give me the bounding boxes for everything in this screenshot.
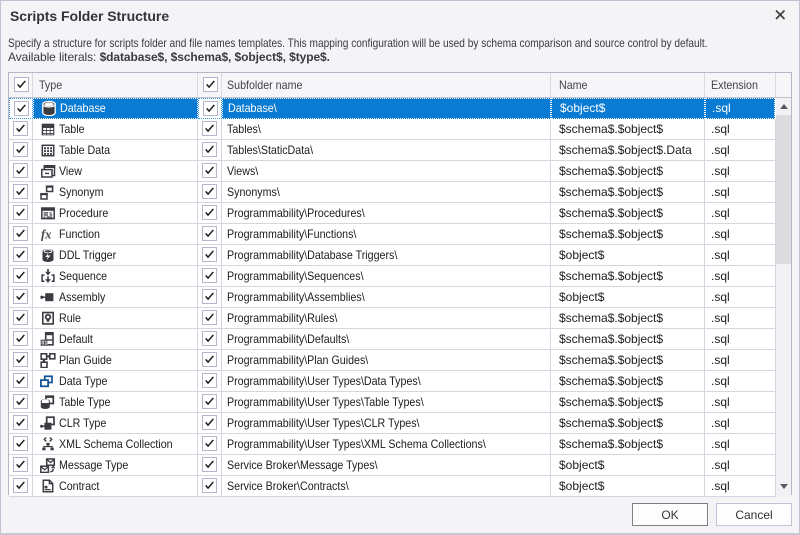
svg-text:fx: fx bbox=[41, 227, 51, 241]
svg-text:01: 01 bbox=[41, 340, 47, 346]
